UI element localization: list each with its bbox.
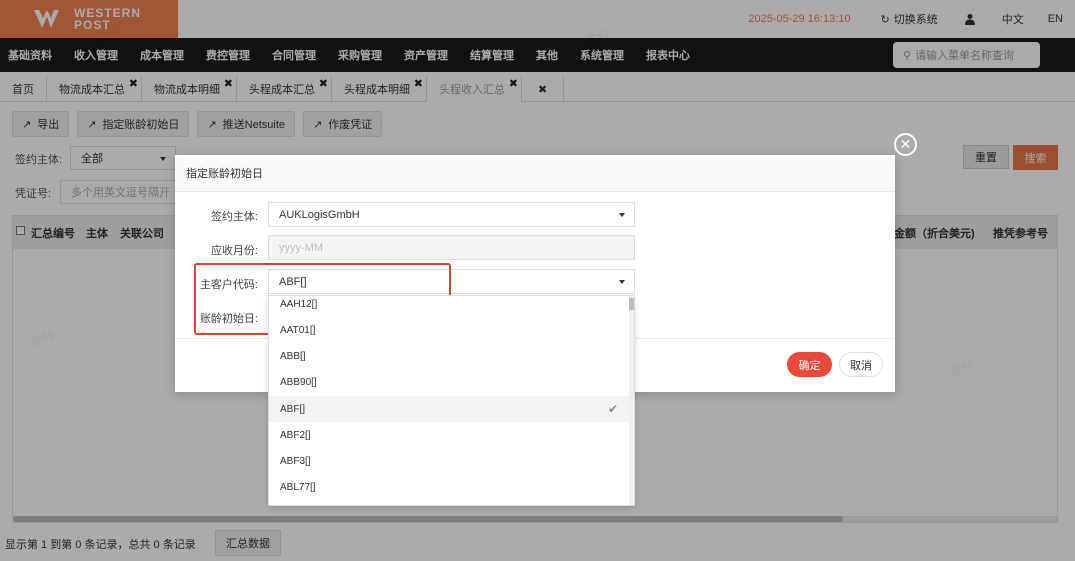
dropdown-option[interactable]: ABB[] (269, 343, 632, 369)
month-placeholder: yyyy-MM (279, 241, 323, 254)
confirm-button[interactable]: 确定 (787, 352, 832, 377)
close-modal-icon[interactable]: ✕ (894, 133, 917, 156)
dropdown-option[interactable]: ABL77[] (269, 474, 632, 500)
modal-month-label: 应收月份: (210, 245, 258, 257)
cancel-button[interactable]: 取消 (839, 352, 883, 377)
chevron-down-icon (619, 213, 625, 217)
receivable-month-input[interactable]: yyyy-MM (268, 235, 635, 260)
modal-entity-value: AUKLogisGmbH (279, 208, 360, 221)
dropdown-option[interactable]: ABF3[] (269, 448, 632, 474)
dropdown-scrollbar[interactable] (629, 296, 634, 505)
customer-code-dropdown: AAH12[] AAT01[] ABB[] ABB90[] ABF[] ✔ AB… (268, 295, 635, 506)
dropdown-option[interactable]: ABB90[] (269, 369, 632, 395)
dropdown-option[interactable]: ABF2[] (269, 422, 632, 448)
dropdown-option[interactable]: AAT01[] (269, 317, 632, 343)
check-icon: ✔ (607, 402, 618, 416)
dropdown-option[interactable]: AAH12[] (269, 296, 632, 317)
chevron-down-icon (619, 280, 625, 284)
dropdown-option-selected[interactable]: ABF[] ✔ (269, 396, 632, 422)
modal-entity-select[interactable]: AUKLogisGmbH (268, 202, 635, 227)
dropdown-option-label: ABF[] (280, 403, 306, 415)
modal-entity-label: 签约主体: (210, 211, 258, 223)
modal-title: 指定账龄初始日 (175, 155, 895, 192)
scrollbar-thumb[interactable] (629, 298, 634, 310)
